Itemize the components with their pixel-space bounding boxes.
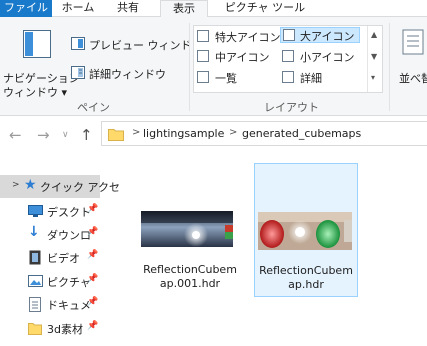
pin-icon: 📌	[87, 274, 99, 284]
pin-icon: 📌	[87, 297, 99, 307]
nav-item-documents[interactable]: ドキュメ 📌	[0, 293, 100, 316]
pin-icon: 📌	[87, 321, 99, 331]
extra-large-icons-icon	[197, 30, 209, 42]
layout-list[interactable]: 一覧	[197, 69, 279, 85]
layout-extra-large-label: 特大アイコン	[215, 31, 281, 44]
nav-item-label: 3d素材	[47, 323, 83, 336]
large-icons-icon	[283, 29, 295, 41]
preview-pane-label: プレビュー ウィンドウ	[89, 39, 203, 52]
preview-pane-icon	[71, 37, 85, 50]
group-separator-2	[389, 23, 390, 111]
nav-item-label: ビデオ	[47, 252, 80, 265]
file-name-line-1: ReflectionCubem	[143, 263, 237, 276]
file-name-line-2: ap.001.hdr	[159, 277, 221, 290]
expand-gallery-icon[interactable]: ▾	[371, 73, 375, 82]
layout-medium-icons[interactable]: 中アイコン	[197, 48, 279, 64]
ribbon-tab-bar: ファイル ホーム 共有 表示 ピクチャ ツール	[0, 0, 427, 18]
nav-item-desktop[interactable]: デスクト 📌	[0, 200, 100, 223]
folder-icon	[108, 129, 124, 141]
sort-label: 並べ替	[399, 72, 427, 85]
nav-item-3d-assets[interactable]: 3d素材 📌	[0, 317, 100, 340]
layout-large-icons[interactable]: 大アイコン	[280, 27, 360, 43]
navigation-pane-icon	[23, 30, 51, 58]
file-thumbnail-image	[258, 212, 352, 250]
tab-share[interactable]: 共有	[113, 0, 143, 17]
layout-list-label: 一覧	[215, 72, 237, 85]
navigation-pane-label-2: ウィンドウ ▾	[3, 86, 68, 99]
breadcrumb-item-generated-cubemaps[interactable]: generated_cubemaps	[242, 127, 361, 140]
breadcrumb-separator-icon: >	[229, 127, 238, 138]
details-pane-icon	[71, 66, 85, 79]
file-item[interactable]: ReflectionCubem ap.001.hdr	[138, 163, 242, 297]
download-icon: ↓	[28, 224, 40, 240]
layout-gallery: 特大アイコン 大アイコン 中アイコン 小アイコン 一覧 詳細 ▲ ▼ ▾	[193, 25, 383, 93]
expand-icon[interactable]: >	[12, 180, 20, 190]
picture-icon	[28, 275, 43, 287]
navigation-pane: > ★ クイック アクセ デスクト 📌 ↓ ダウンロ 📌 ビデオ 📌 ピクチャ …	[0, 170, 120, 346]
scroll-up-icon[interactable]: ▲	[371, 30, 377, 39]
layout-details-label: 詳細	[300, 72, 322, 85]
layout-extra-large-icons[interactable]: 特大アイコン	[197, 28, 281, 44]
pane-group-label: ペイン	[77, 101, 110, 114]
ribbon: ナビゲーション ウィンドウ ▾ プレビュー ウィンドウ 詳細ウィンドウ ペイン …	[0, 17, 427, 116]
layout-details[interactable]: 詳細	[282, 69, 362, 85]
nav-item-label: デスクト	[47, 206, 91, 219]
file-name-line-1: ReflectionCubem	[259, 264, 353, 277]
pin-icon: 📌	[87, 204, 99, 214]
layout-medium-label: 中アイコン	[215, 51, 270, 64]
list-icon	[197, 71, 209, 83]
nav-item-videos[interactable]: ビデオ 📌	[0, 246, 100, 269]
breadcrumb-separator-icon: >	[132, 127, 141, 138]
nav-item-pictures[interactable]: ピクチャ 📌	[0, 270, 100, 293]
sort-icon	[402, 29, 424, 55]
group-separator	[189, 23, 190, 111]
medium-icons-icon	[197, 50, 209, 62]
layout-gallery-scroll[interactable]: ▲ ▼ ▾	[367, 26, 382, 92]
preview-pane-button[interactable]: プレビュー ウィンドウ	[71, 35, 203, 53]
star-icon: ★	[24, 177, 37, 193]
video-icon	[29, 250, 41, 265]
address-bar[interactable]: > lightingsample > generated_cubemaps	[101, 121, 427, 146]
layout-large-label: 大アイコン	[300, 30, 355, 43]
forward-icon[interactable]: →	[37, 126, 50, 144]
layout-group-label: レイアウト	[264, 101, 319, 114]
sort-by-button[interactable]: 並べ替	[393, 25, 427, 95]
recent-dropdown-icon[interactable]: ∨	[62, 130, 69, 140]
desktop-icon	[28, 205, 43, 217]
nav-item-label: ドキュメ	[47, 299, 91, 312]
nav-item-downloads[interactable]: ↓ ダウンロ 📌	[0, 223, 100, 246]
up-icon[interactable]: ↑	[80, 126, 93, 144]
layout-small-label: 小アイコン	[300, 51, 355, 64]
details-pane-button[interactable]: 詳細ウィンドウ	[71, 64, 183, 82]
tab-home[interactable]: ホーム	[58, 0, 98, 17]
nav-item-label: ダウンロ	[47, 229, 91, 242]
layout-small-icons[interactable]: 小アイコン	[282, 48, 362, 64]
pin-icon: 📌	[87, 250, 99, 260]
tab-file[interactable]: ファイル	[0, 0, 52, 17]
document-icon	[29, 297, 41, 312]
small-icons-icon	[282, 50, 294, 62]
breadcrumb-item-lightingsample[interactable]: lightingsample	[143, 127, 224, 140]
folder-icon	[28, 323, 42, 335]
file-name-line-2: ap.hdr	[288, 278, 324, 291]
back-icon[interactable]: ←	[9, 126, 22, 144]
file-item-selected[interactable]: ReflectionCubem ap.hdr	[254, 163, 358, 297]
nav-item-quick-access[interactable]: > ★ クイック アクセ	[0, 175, 120, 198]
tab-picture-tools[interactable]: ピクチャ ツール	[218, 0, 312, 17]
details-pane-label: 詳細ウィンドウ	[89, 68, 166, 81]
tab-view[interactable]: 表示	[160, 0, 208, 18]
nav-item-label: ピクチャ	[47, 276, 91, 289]
nav-item-label: クイック アクセ	[40, 181, 120, 194]
details-icon	[282, 71, 294, 83]
navigation-pane-button[interactable]: ナビゲーション ウィンドウ ▾	[3, 25, 80, 99]
file-thumbnail-image	[141, 211, 233, 247]
pin-icon: 📌	[87, 227, 99, 237]
scroll-down-icon[interactable]: ▼	[371, 52, 377, 61]
